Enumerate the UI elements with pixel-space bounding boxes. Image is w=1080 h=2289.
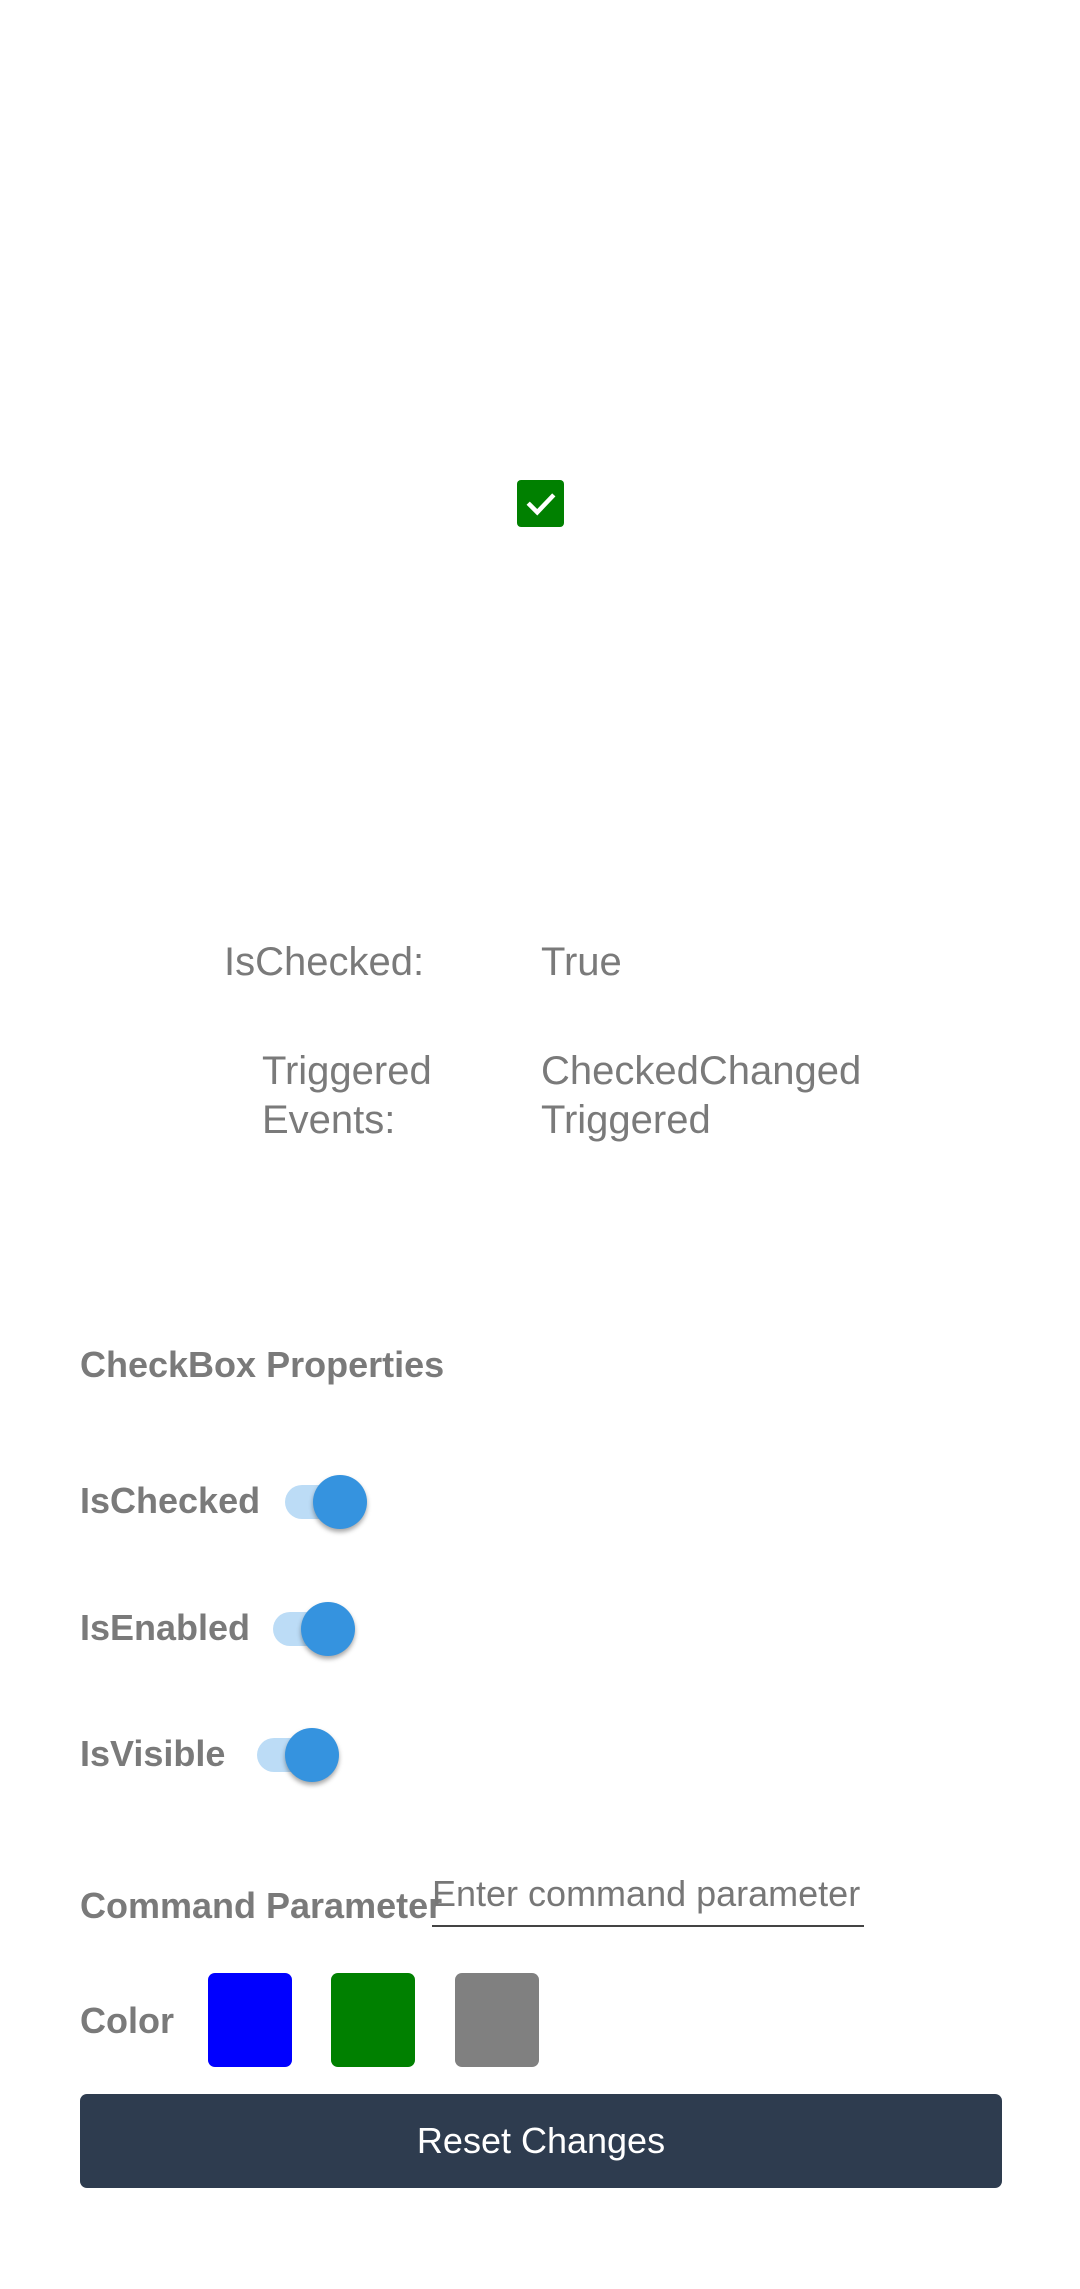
command-parameter-input[interactable]: [432, 1863, 864, 1927]
checkmark-icon: [526, 492, 555, 515]
switch-thumb: [313, 1475, 367, 1529]
color-swatch-blue[interactable]: [208, 1973, 292, 2067]
switch-thumb: [301, 1602, 355, 1656]
reset-changes-button[interactable]: Reset Changes: [80, 2094, 1002, 2188]
command-parameter-label: Command Parameter: [80, 1885, 443, 1926]
is-enabled-switch[interactable]: [273, 1595, 355, 1656]
is-checked-switch[interactable]: [285, 1468, 367, 1529]
checkbox[interactable]: [517, 480, 564, 527]
color-swatch-green[interactable]: [331, 1973, 415, 2067]
color-label: Color: [80, 2000, 174, 2041]
color-swatch-gray[interactable]: [455, 1973, 539, 2067]
properties-section-title: CheckBox Properties: [80, 1344, 445, 1385]
triggered-events-label: Triggered Events:: [262, 1049, 432, 1142]
triggered-events-value: CheckedChanged Triggered: [541, 1049, 862, 1142]
is-visible-switch[interactable]: [257, 1721, 339, 1782]
is-visible-switch-label: IsVisible: [80, 1733, 226, 1774]
switch-thumb: [285, 1728, 339, 1782]
is-checked-label: IsChecked:: [224, 940, 425, 984]
is-checked-value: True: [541, 940, 622, 984]
is-enabled-switch-label: IsEnabled: [80, 1607, 251, 1648]
checkbox-demo-page: IsChecked: True Triggered Events: Checke…: [0, 0, 1080, 2289]
is-checked-switch-label: IsChecked: [80, 1480, 261, 1521]
